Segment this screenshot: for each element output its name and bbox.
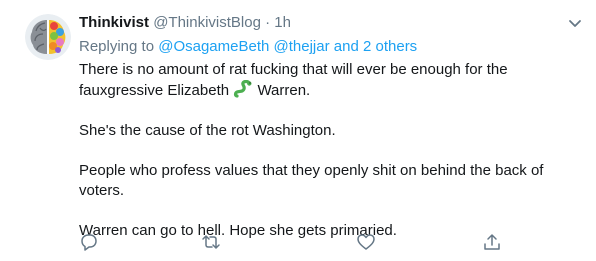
tweet-text-segment: Warren.: [257, 82, 311, 99]
user-handle[interactable]: @ThinkivistBlog: [153, 14, 261, 31]
brain-avatar-icon: [25, 14, 71, 60]
tweet-time[interactable]: 1h: [274, 14, 291, 31]
tweet-actions: [79, 232, 559, 254]
mention-link[interactable]: @OsagameBeth: [158, 38, 269, 55]
brain-avatar[interactable]: [25, 14, 71, 60]
replying-to-label: Replying to: [79, 38, 155, 55]
tweet-paragraph: She's the cause of the rot Washington.: [79, 122, 336, 139]
tweet-text: There is no amount of rat fucking that w…: [79, 60, 584, 261]
display-name[interactable]: Thinkivist: [79, 14, 149, 31]
retweet-icon[interactable]: [201, 232, 221, 252]
tweet-card[interactable]: Thinkivist @ThinkivistBlog · 1h Replying…: [0, 0, 596, 257]
meta-separator: ·: [265, 14, 271, 31]
chevron-down-icon[interactable]: [566, 14, 584, 32]
tweet-paragraph: There is no amount of rat fucking that w…: [79, 60, 584, 101]
reply-icon[interactable]: [79, 232, 99, 252]
mention-link[interactable]: @thejjar: [274, 38, 330, 55]
tweet-header: Thinkivist @ThinkivistBlog · 1h: [79, 13, 291, 33]
conjunction-text: and: [333, 38, 359, 55]
others-link[interactable]: 2 others: [363, 38, 417, 55]
share-icon[interactable]: [482, 232, 502, 252]
snake-icon: [233, 79, 253, 98]
replying-to-line: Replying to @OsagameBeth @thejjar and 2 …: [79, 37, 417, 57]
tweet-paragraph: People who profess values that they open…: [79, 162, 544, 199]
like-icon[interactable]: [356, 232, 376, 252]
